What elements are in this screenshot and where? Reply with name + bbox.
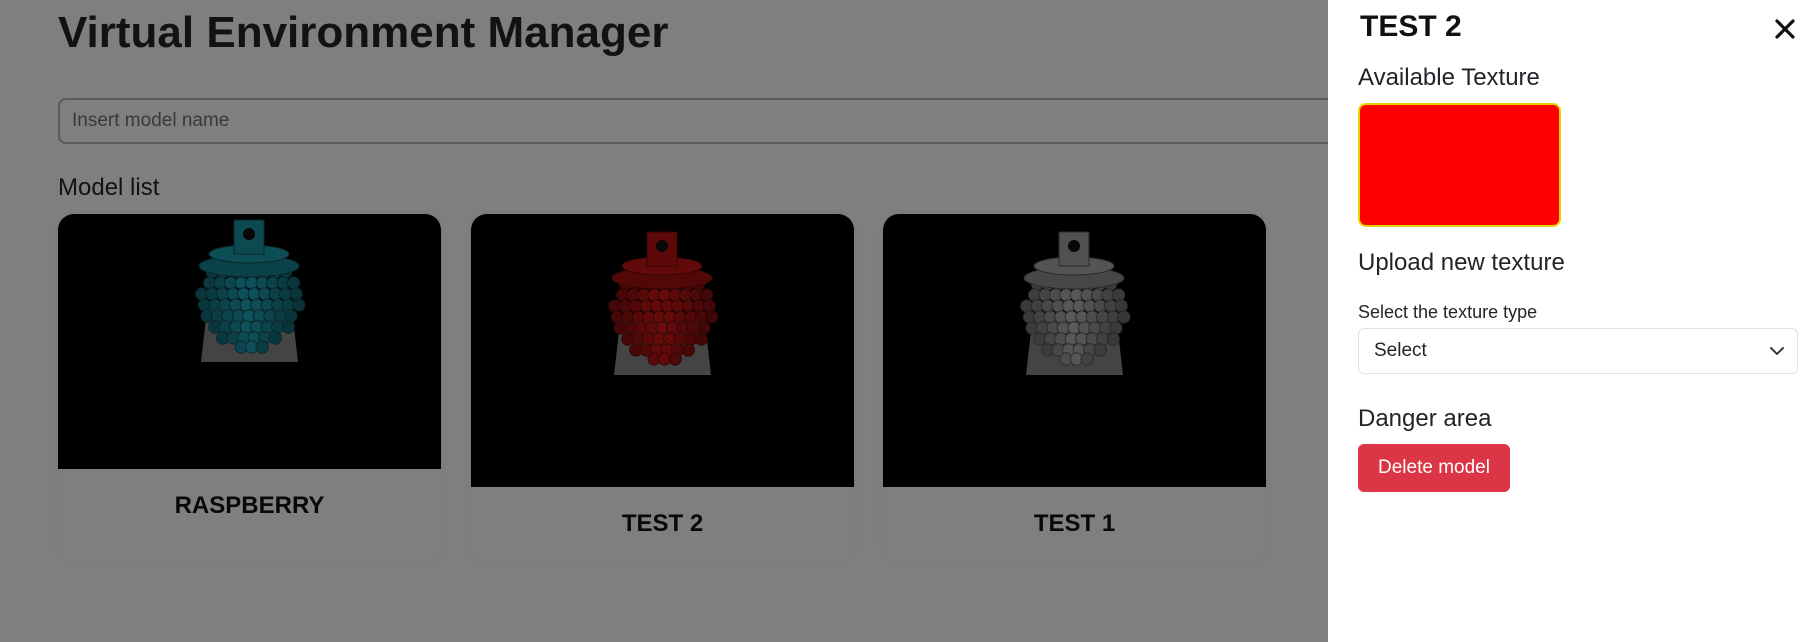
danger-area-heading: Danger area xyxy=(1358,405,1492,432)
close-icon xyxy=(1775,19,1795,39)
available-texture-heading: Available Texture xyxy=(1358,64,1540,91)
chevron-down-icon xyxy=(1770,347,1784,355)
texture-swatch[interactable] xyxy=(1358,103,1561,227)
select-value: Select xyxy=(1374,340,1427,361)
page: Virtual Environment Manager Model list R… xyxy=(0,0,1812,642)
model-detail-panel: TEST 2 Available Texture Upload new text… xyxy=(1328,0,1812,642)
texture-type-label: Select the texture type xyxy=(1358,302,1538,322)
panel-title: TEST 2 xyxy=(1360,10,1462,43)
close-button[interactable] xyxy=(1768,12,1802,46)
texture-type-select[interactable]: Select xyxy=(1358,328,1798,374)
upload-texture-heading: Upload new texture xyxy=(1358,249,1565,276)
delete-model-button[interactable]: Delete model xyxy=(1358,444,1510,492)
